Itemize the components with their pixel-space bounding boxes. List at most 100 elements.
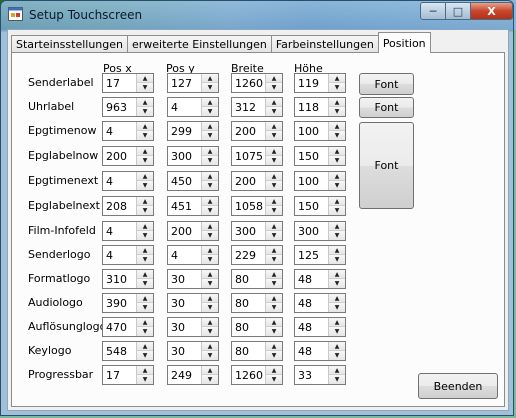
spin-down-icon[interactable]: ▼: [329, 181, 345, 190]
spinner-w[interactable]: 80 ▲ ▼: [231, 269, 283, 289]
spin-up-icon[interactable]: ▲: [329, 246, 345, 255]
spinner-w[interactable]: 312 ▲ ▼: [231, 97, 283, 117]
spin-up-icon[interactable]: ▲: [202, 197, 218, 206]
spin-down-icon[interactable]: ▼: [202, 107, 218, 116]
spin-up-icon[interactable]: ▲: [137, 246, 153, 255]
spin-up-icon[interactable]: ▲: [266, 246, 282, 255]
spin-down-icon[interactable]: ▼: [329, 351, 345, 360]
spin-up-icon[interactable]: ▲: [137, 222, 153, 231]
spin-down-icon[interactable]: ▼: [329, 279, 345, 288]
spinner-value[interactable]: 150: [298, 200, 319, 213]
spin-up-icon[interactable]: ▲: [137, 366, 153, 375]
spin-down-icon[interactable]: ▼: [202, 206, 218, 215]
spinner-value[interactable]: 30: [171, 345, 185, 358]
spin-down-icon[interactable]: ▼: [266, 279, 282, 288]
spinner-w[interactable]: 229 ▲ ▼: [231, 245, 283, 265]
spin-up-icon[interactable]: ▲: [266, 147, 282, 156]
spinner-value[interactable]: 80: [235, 297, 249, 310]
spin-down-icon[interactable]: ▼: [137, 375, 153, 384]
spinner-y[interactable]: 30 ▲ ▼: [167, 317, 219, 337]
minimize-button[interactable]: ─: [420, 2, 446, 20]
tab-starteinstellungen[interactable]: Starteinsstellungen: [11, 35, 128, 53]
spinner-value[interactable]: 119: [298, 77, 319, 90]
spinner-w[interactable]: 1260 ▲ ▼: [231, 365, 283, 385]
spin-up-icon[interactable]: ▲: [266, 172, 282, 181]
spin-down-icon[interactable]: ▼: [202, 303, 218, 312]
spin-down-icon[interactable]: ▼: [137, 206, 153, 215]
spinner-value[interactable]: 208: [106, 200, 127, 213]
spinner-y[interactable]: 450 ▲ ▼: [167, 171, 219, 191]
spin-up-icon[interactable]: ▲: [137, 147, 153, 156]
spin-down-icon[interactable]: ▼: [266, 156, 282, 165]
spin-up-icon[interactable]: ▲: [202, 246, 218, 255]
spin-down-icon[interactable]: ▼: [202, 327, 218, 336]
maximize-button[interactable]: □: [445, 2, 471, 20]
spinner-x[interactable]: 470 ▲ ▼: [102, 317, 154, 337]
spinner-value[interactable]: 48: [298, 321, 312, 334]
spin-down-icon[interactable]: ▼: [266, 255, 282, 264]
spinner-value[interactable]: 200: [235, 175, 256, 188]
spinner-value[interactable]: 390: [106, 297, 127, 310]
spin-up-icon[interactable]: ▲: [202, 222, 218, 231]
spin-down-icon[interactable]: ▼: [202, 231, 218, 240]
spinner-value[interactable]: 1260: [235, 77, 263, 90]
spin-down-icon[interactable]: ▼: [329, 83, 345, 92]
spinner-w[interactable]: 1260 ▲ ▼: [231, 73, 283, 93]
spin-up-icon[interactable]: ▲: [202, 147, 218, 156]
spin-down-icon[interactable]: ▼: [266, 351, 282, 360]
spinner-value[interactable]: 300: [171, 150, 192, 163]
spinner-value[interactable]: 150: [298, 150, 319, 163]
spinner-w[interactable]: 300 ▲ ▼: [231, 221, 283, 241]
spinner-value[interactable]: 30: [171, 273, 185, 286]
spinner-value[interactable]: 300: [298, 225, 319, 238]
spin-down-icon[interactable]: ▼: [202, 279, 218, 288]
spin-up-icon[interactable]: ▲: [266, 74, 282, 83]
spin-down-icon[interactable]: ▼: [202, 255, 218, 264]
spin-up-icon[interactable]: ▲: [202, 98, 218, 107]
spinner-value[interactable]: 4: [106, 125, 113, 138]
spin-up-icon[interactable]: ▲: [137, 98, 153, 107]
spinner-value[interactable]: 1260: [235, 369, 263, 382]
spinner-h[interactable]: 33 ▲ ▼: [294, 365, 346, 385]
spinner-h[interactable]: 150 ▲ ▼: [294, 146, 346, 166]
spin-down-icon[interactable]: ▼: [202, 83, 218, 92]
spinner-value[interactable]: 299: [171, 125, 192, 138]
spin-up-icon[interactable]: ▲: [329, 366, 345, 375]
spinner-h[interactable]: 100 ▲ ▼: [294, 171, 346, 191]
spinner-value[interactable]: 100: [298, 125, 319, 138]
spin-down-icon[interactable]: ▼: [329, 231, 345, 240]
spinner-value[interactable]: 17: [106, 369, 120, 382]
spinner-w[interactable]: 80 ▲ ▼: [231, 341, 283, 361]
spin-up-icon[interactable]: ▲: [137, 197, 153, 206]
spinner-y[interactable]: 30 ▲ ▼: [167, 269, 219, 289]
spin-down-icon[interactable]: ▼: [266, 206, 282, 215]
spin-down-icon[interactable]: ▼: [137, 156, 153, 165]
spin-down-icon[interactable]: ▼: [202, 131, 218, 140]
spinner-value[interactable]: 48: [298, 345, 312, 358]
spin-up-icon[interactable]: ▲: [266, 318, 282, 327]
spinner-x[interactable]: 548 ▲ ▼: [102, 341, 154, 361]
spin-down-icon[interactable]: ▼: [266, 83, 282, 92]
spinner-value[interactable]: 450: [171, 175, 192, 188]
spinner-w[interactable]: 80 ▲ ▼: [231, 293, 283, 313]
spin-up-icon[interactable]: ▲: [202, 122, 218, 131]
spin-up-icon[interactable]: ▲: [137, 294, 153, 303]
tab-position[interactable]: Position: [377, 32, 431, 53]
spinner-y[interactable]: 127 ▲ ▼: [167, 73, 219, 93]
spin-up-icon[interactable]: ▲: [329, 318, 345, 327]
spinner-value[interactable]: 1058: [235, 200, 263, 213]
spinner-value[interactable]: 127: [171, 77, 192, 90]
spinner-value[interactable]: 4: [106, 249, 113, 262]
spinner-w[interactable]: 1075 ▲ ▼: [231, 146, 283, 166]
spin-up-icon[interactable]: ▲: [266, 98, 282, 107]
spin-up-icon[interactable]: ▲: [329, 197, 345, 206]
spinner-h[interactable]: 48 ▲ ▼: [294, 317, 346, 337]
spinner-x[interactable]: 963 ▲ ▼: [102, 97, 154, 117]
spinner-h[interactable]: 118 ▲ ▼: [294, 97, 346, 117]
spin-up-icon[interactable]: ▲: [329, 270, 345, 279]
spinner-h[interactable]: 48 ▲ ▼: [294, 293, 346, 313]
title-bar[interactable]: Setup Touchscreen ─ □ X: [1, 1, 515, 29]
spinner-x[interactable]: 390 ▲ ▼: [102, 293, 154, 313]
spinner-value[interactable]: 470: [106, 321, 127, 334]
spin-up-icon[interactable]: ▲: [202, 270, 218, 279]
